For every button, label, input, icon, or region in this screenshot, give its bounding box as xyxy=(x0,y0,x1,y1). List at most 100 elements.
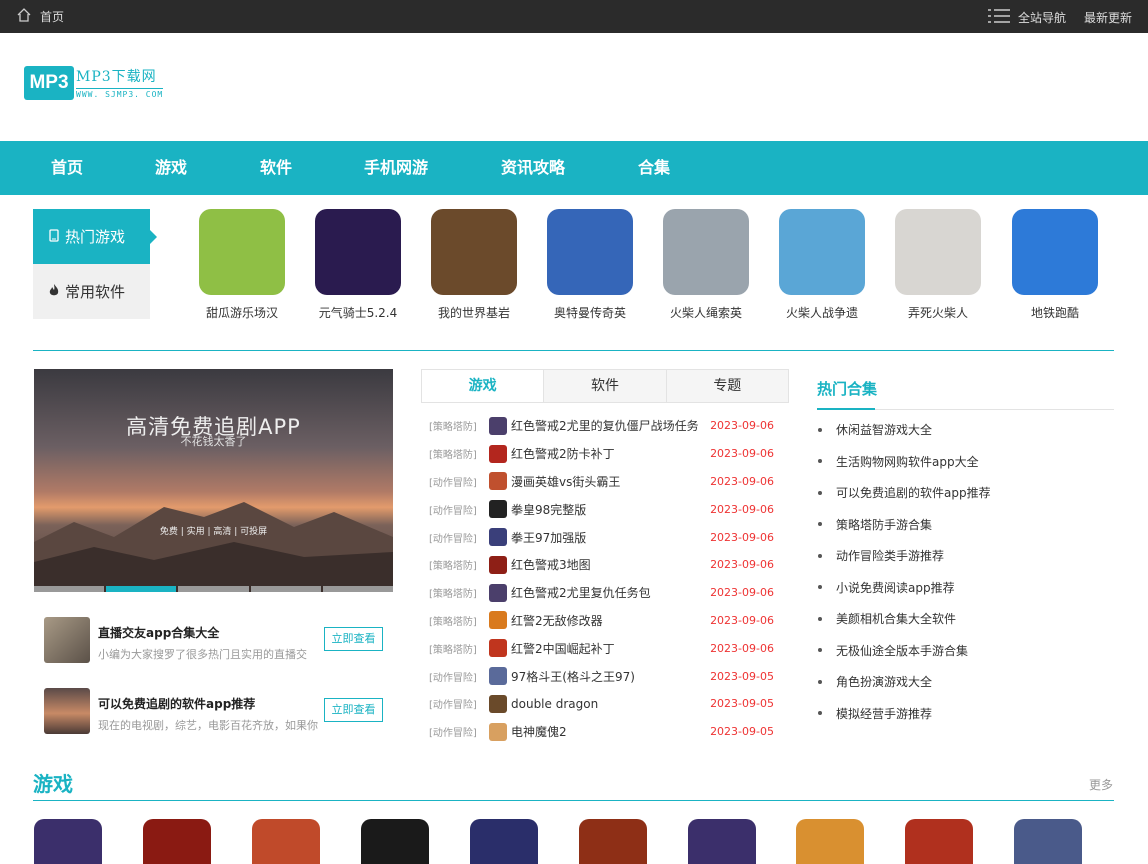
collection-link[interactable]: 休闲益智游戏大全 xyxy=(818,414,1114,446)
news-icon xyxy=(489,583,507,602)
logo-mark: MP3 xyxy=(24,66,74,100)
logo-name: MP3下载网 xyxy=(76,69,157,85)
news-title[interactable]: double dragon xyxy=(511,697,598,711)
recommend-item[interactable]: 直播交友app合集大全 小编为大家搜罗了很多热门且实用的直播交 立即查看 xyxy=(44,617,394,665)
collection-link[interactable]: 策略塔防手游合集 xyxy=(818,509,1114,541)
news-item[interactable]: [动作冒险] 漫画英雄vs街头霸王 2023-09-06 xyxy=(429,468,779,496)
news-date: 2023-09-06 xyxy=(710,558,774,572)
nav-home[interactable]: 首页 xyxy=(51,141,83,195)
game-icon xyxy=(895,209,981,295)
fire-icon xyxy=(49,283,59,301)
news-item[interactable]: [动作冒险] 拳皇98完整版 2023-09-06 xyxy=(429,495,779,523)
more-link[interactable]: 更多 xyxy=(1089,776,1113,793)
tab-hot-games[interactable]: 热门游戏 xyxy=(33,209,157,264)
collection-link[interactable]: 动作冒险类手游推荐 xyxy=(818,540,1114,572)
nav-online-games[interactable]: 手机网游 xyxy=(364,141,428,195)
game-icon[interactable] xyxy=(688,819,756,864)
news-item[interactable]: [动作冒险] 97格斗王(格斗之王97) 2023-09-05 xyxy=(429,662,779,690)
site-logo[interactable]: MP3 MP3下载网 WWW. SJMP3. COM xyxy=(24,66,164,100)
hot-game-item[interactable]: 我的世界基岩 xyxy=(424,209,524,321)
news-item[interactable]: [策略塔防] 红色警戒2防卡补丁 2023-09-06 xyxy=(429,440,779,468)
collection-link[interactable]: 美颜相机合集大全软件 xyxy=(818,603,1114,635)
news-title[interactable]: 红警2无敌修改器 xyxy=(511,612,603,629)
news-title[interactable]: 红色警戒2尤里的复仇僵尸战场任务 xyxy=(511,417,699,434)
news-item[interactable]: [动作冒险] double dragon 2023-09-05 xyxy=(429,690,779,718)
top-bar: 首页 全站导航 最新更新 xyxy=(0,0,1148,33)
game-icon[interactable] xyxy=(361,819,429,864)
home-link[interactable]: 首页 xyxy=(16,7,64,26)
game-icon xyxy=(1012,209,1098,295)
carousel-dot[interactable] xyxy=(250,586,321,592)
news-title[interactable]: 拳王97加强版 xyxy=(511,529,586,546)
news-title[interactable]: 红色警戒3地图 xyxy=(511,556,591,573)
game-icon[interactable] xyxy=(34,819,102,864)
game-icon[interactable] xyxy=(579,819,647,864)
hot-game-item[interactable]: 地铁跑酷 xyxy=(1005,209,1105,321)
news-icon xyxy=(489,416,507,435)
news-title[interactable]: 红色警戒2防卡补丁 xyxy=(511,445,615,462)
news-title[interactable]: 漫画英雄vs街头霸王 xyxy=(511,473,620,490)
hot-game-item[interactable]: 元气骑士5.2.4 xyxy=(308,209,408,321)
news-item[interactable]: [动作冒险] 拳王97加强版 2023-09-06 xyxy=(429,523,779,551)
news-icon xyxy=(489,722,507,741)
carousel-dot[interactable] xyxy=(34,586,105,592)
game-name: 甜瓜游乐场汉 xyxy=(205,306,278,320)
collection-link[interactable]: 角色扮演游戏大全 xyxy=(818,666,1114,698)
nav-software[interactable]: 软件 xyxy=(260,141,292,195)
news-date: 2023-09-06 xyxy=(710,586,774,600)
recommend-title: 可以免费追剧的软件app推荐 xyxy=(98,697,256,711)
carousel-dot-active[interactable] xyxy=(106,586,177,592)
divider xyxy=(33,800,1114,801)
collection-link[interactable]: 生活购物网购软件app大全 xyxy=(818,446,1114,478)
news-item[interactable]: [策略塔防] 红色警戒2尤里的复仇僵尸战场任务 2023-09-06 xyxy=(429,412,779,440)
site-nav-link[interactable]: 全站导航 xyxy=(987,8,1066,27)
news-icon xyxy=(489,555,507,574)
hot-game-item[interactable]: 火柴人绳索英 xyxy=(656,209,756,321)
news-category: [动作冒险] xyxy=(429,700,477,712)
news-title[interactable]: 97格斗王(格斗之王97) xyxy=(511,668,635,685)
tab-topics[interactable]: 专题 xyxy=(665,370,788,402)
hot-collections-title: 热门合集 xyxy=(817,380,878,398)
news-title[interactable]: 拳皇98完整版 xyxy=(511,501,586,518)
news-title[interactable]: 红色警戒2尤里复仇任务包 xyxy=(511,584,651,601)
news-title[interactable]: 电神魔傀2 xyxy=(511,723,567,740)
news-icon xyxy=(489,472,507,491)
hot-game-item[interactable]: 弄死火柴人 xyxy=(888,209,988,321)
game-icon[interactable] xyxy=(143,819,211,864)
news-item[interactable]: [策略塔防] 红色警戒2尤里复仇任务包 2023-09-06 xyxy=(429,579,779,607)
tab-common-software[interactable]: 常用软件 xyxy=(33,264,150,319)
tab-software[interactable]: 软件 xyxy=(543,370,666,402)
news-item[interactable]: [策略塔防] 红色警戒3地图 2023-09-06 xyxy=(429,551,779,579)
hot-game-item[interactable]: 奥特曼传奇英 xyxy=(540,209,640,321)
collection-link[interactable]: 无极仙途全版本手游合集 xyxy=(818,635,1114,667)
nav-news[interactable]: 资讯攻略 xyxy=(501,141,565,195)
tab-games[interactable]: 游戏 xyxy=(422,370,544,402)
news-item[interactable]: [策略塔防] 红警2无敌修改器 2023-09-06 xyxy=(429,607,779,635)
game-icon[interactable] xyxy=(252,819,320,864)
recommend-item[interactable]: 可以免费追剧的软件app推荐 现在的电视剧，综艺，电影百花齐放，如果你 立即查看 xyxy=(44,688,394,736)
view-now-button[interactable]: 立即查看 xyxy=(324,627,383,651)
nav-collections[interactable]: 合集 xyxy=(638,141,670,195)
recommend-title: 直播交友app合集大全 xyxy=(98,626,220,640)
game-icon[interactable] xyxy=(1014,819,1082,864)
news-item[interactable]: [策略塔防] 红警2中国崛起补丁 2023-09-06 xyxy=(429,634,779,662)
nav-games[interactable]: 游戏 xyxy=(155,141,187,195)
news-category: [动作冒险] xyxy=(429,533,477,545)
hot-game-item[interactable]: 甜瓜游乐场汉 xyxy=(192,209,292,321)
latest-update-link[interactable]: 最新更新 xyxy=(1084,9,1132,26)
view-now-button[interactable]: 立即查看 xyxy=(324,698,383,722)
banner-slide[interactable]: 高清免费追剧APP 不花钱太香了 免费 | 实用 | 高清 | 可投屏 xyxy=(34,369,393,592)
hot-game-item[interactable]: 火柴人战争遗 xyxy=(772,209,872,321)
game-icon[interactable] xyxy=(470,819,538,864)
carousel-dot[interactable] xyxy=(178,586,249,592)
news-icon xyxy=(489,611,507,630)
news-title[interactable]: 红警2中国崛起补丁 xyxy=(511,640,615,657)
game-name: 元气骑士5.2.4 xyxy=(318,306,398,320)
news-item[interactable]: [动作冒险] 电神魔傀2 2023-09-05 xyxy=(429,718,779,746)
carousel-dot[interactable] xyxy=(322,586,394,592)
game-icon[interactable] xyxy=(796,819,864,864)
collection-link[interactable]: 模拟经营手游推荐 xyxy=(818,698,1114,730)
collection-link[interactable]: 可以免费追剧的软件app推荐 xyxy=(818,477,1114,509)
collection-link[interactable]: 小说免费阅读app推荐 xyxy=(818,572,1114,604)
game-icon[interactable] xyxy=(905,819,973,864)
